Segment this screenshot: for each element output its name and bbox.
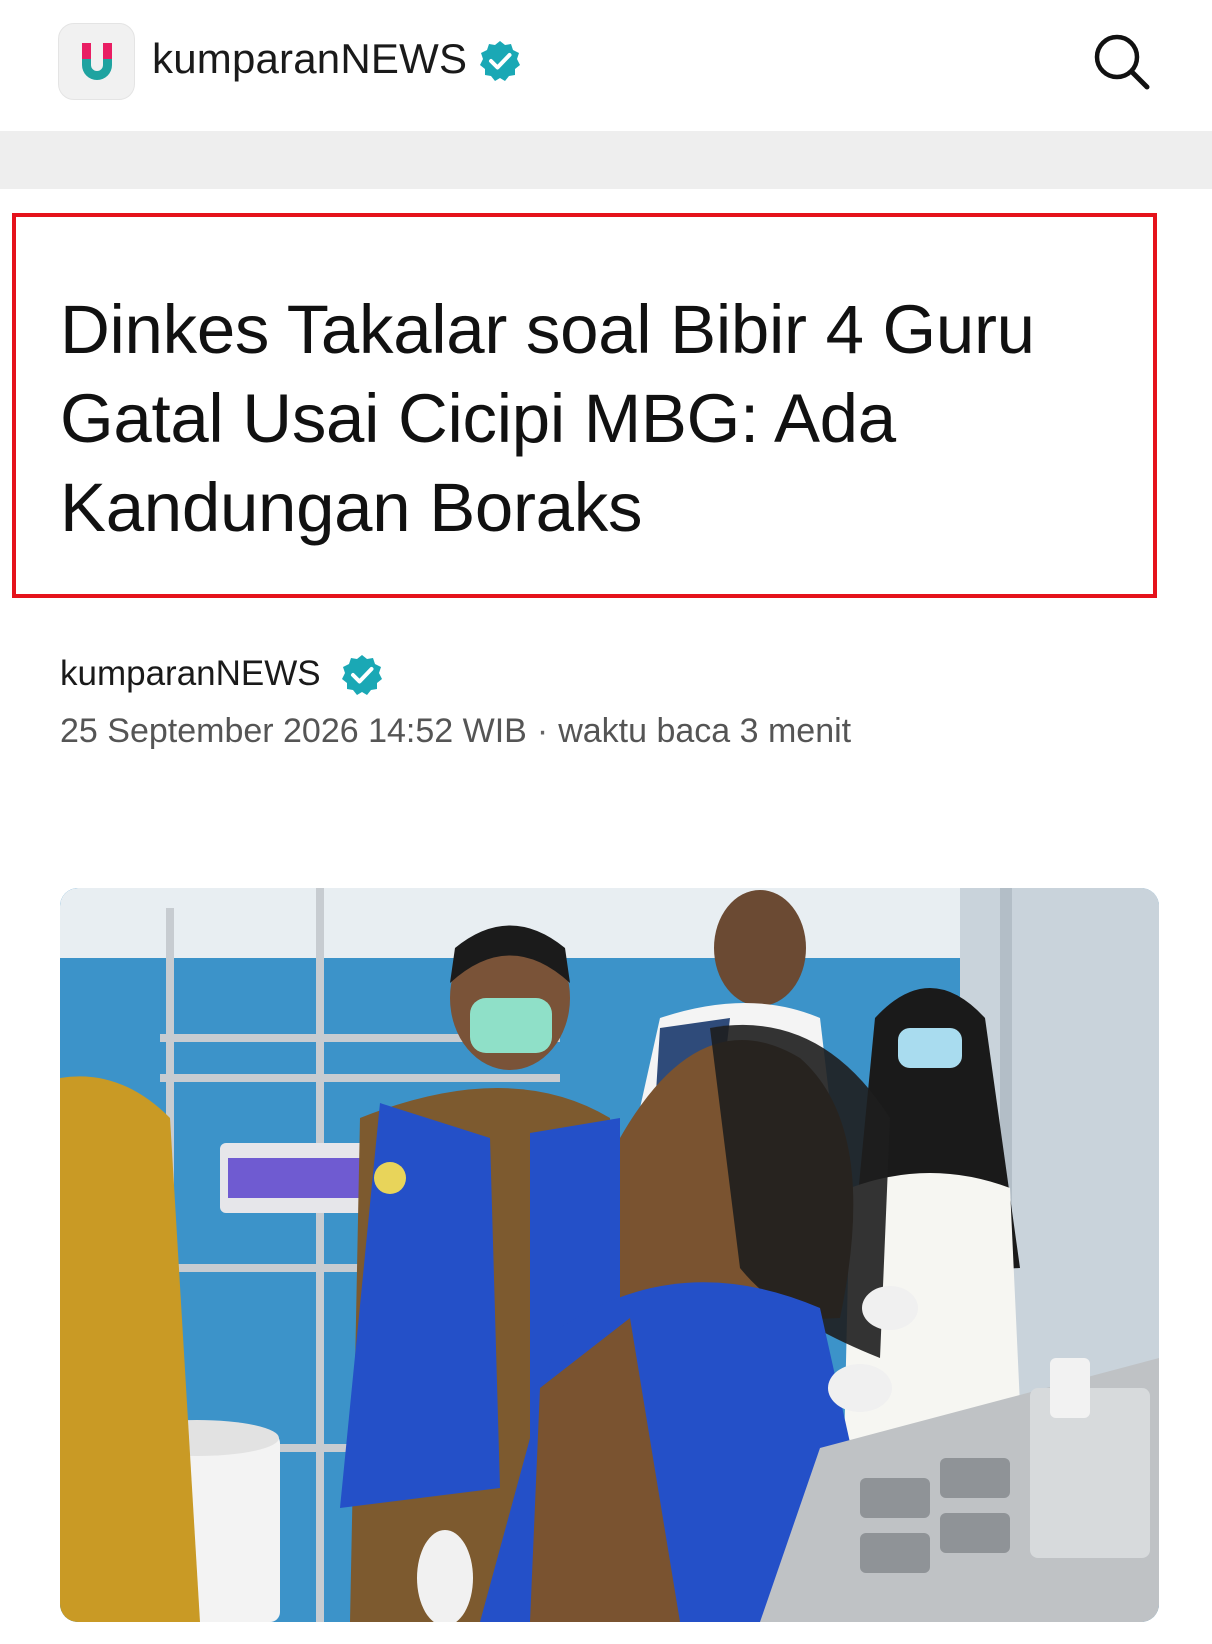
publish-datetime: 25 September 2026 14:52 WIB [60, 712, 527, 750]
article-meta: 25 September 2026 14:52 WIB · waktu baca 3… [60, 710, 851, 752]
kumparan-u-logo-icon [81, 42, 112, 80]
kumparan-logo[interactable] [58, 23, 135, 100]
brand-name[interactable]: kumparanNEWS [152, 34, 467, 84]
kitchen-inspection-photo [60, 888, 1159, 1622]
ad-placeholder-band [0, 131, 1212, 189]
search-icon[interactable] [1090, 30, 1154, 94]
author-name[interactable]: kumparanNEWS [60, 653, 321, 695]
article-page: kumparanNEWS Dinkes Takalar soal Bibir 4… [0, 0, 1212, 1644]
meta-separator: · [536, 712, 549, 750]
article-headline: Dinkes Takalar soal Bibir 4 Guru Gatal U… [60, 291, 1035, 546]
verified-badge-icon [480, 41, 520, 81]
read-time: waktu baca 3 menit [558, 712, 852, 750]
app-header: kumparanNEWS [0, 0, 1212, 130]
article-photo[interactable] [60, 888, 1159, 1622]
verified-badge-icon [342, 655, 382, 695]
